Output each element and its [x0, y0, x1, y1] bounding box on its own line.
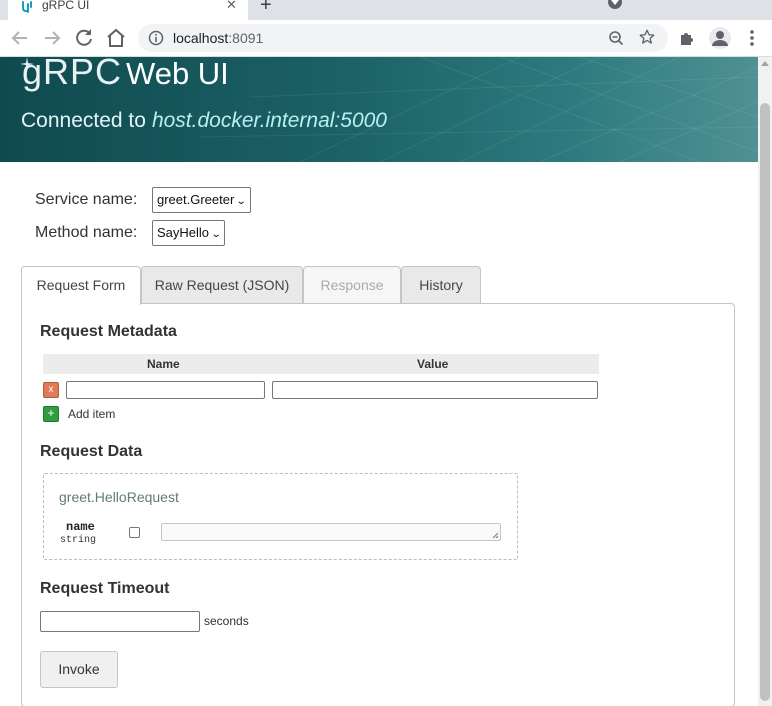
- app-title: Web UI: [126, 57, 229, 91]
- request-form-panel: Request Metadata Name Value x + Add item…: [21, 303, 735, 706]
- browser-toolbar: localhost:8091: [0, 20, 772, 57]
- connection-status: Connected to host.docker.internal:5000: [21, 109, 387, 133]
- request-data-title: Request Data: [40, 443, 143, 460]
- metadata-name-input[interactable]: [66, 381, 265, 399]
- message-type-label: greet.HelloRequest: [59, 489, 179, 505]
- remove-item-button[interactable]: x: [43, 382, 59, 398]
- field-name-label: name: [66, 520, 95, 534]
- scrollbar-thumb[interactable]: [760, 103, 770, 701]
- app-header: gRPC Web UI Connected to host.docker.inte…: [0, 57, 758, 162]
- tab-search-icon[interactable]: [608, 0, 622, 9]
- url-text: localhost:8091: [173, 30, 264, 46]
- close-tab-icon[interactable]: ✕: [226, 0, 237, 13]
- add-item-label[interactable]: Add item: [68, 407, 115, 421]
- home-icon[interactable]: [104, 26, 128, 50]
- extensions-puzzle-icon[interactable]: [678, 29, 696, 47]
- tab-raw-request[interactable]: Raw Request (JSON): [141, 266, 303, 304]
- method-select[interactable]: SayHello ⌄: [152, 220, 226, 246]
- bookmark-star-icon[interactable]: [638, 28, 656, 46]
- metadata-table-header: Name Value: [43, 354, 599, 374]
- connected-label: Connected to: [21, 109, 146, 132]
- grpc-favicon-icon: [22, 1, 32, 13]
- back-arrow-icon[interactable]: [8, 26, 32, 50]
- field-null-checkbox[interactable]: [129, 527, 140, 538]
- column-header-name: Name: [147, 357, 180, 371]
- method-label: Method name:: [35, 224, 138, 242]
- more-menu-icon[interactable]: [744, 29, 760, 47]
- zoom-out-icon[interactable]: [608, 30, 624, 46]
- page-scrollbar[interactable]: [758, 57, 772, 706]
- forward-arrow-icon[interactable]: [40, 26, 64, 50]
- profile-avatar-icon[interactable]: [709, 27, 731, 49]
- request-timeout-title: Request Timeout: [40, 580, 170, 597]
- new-tab-button[interactable]: +: [260, 0, 272, 17]
- page-viewport: gRPC Web UI Connected to host.docker.inte…: [0, 57, 758, 706]
- chevron-down-icon: ⌄: [236, 196, 247, 207]
- scroll-up-arrow-icon[interactable]: [761, 61, 769, 66]
- service-select[interactable]: greet.Greeter ⌄: [152, 187, 251, 213]
- tab-request-form[interactable]: Request Form: [21, 266, 141, 305]
- browser-tab-strip: gRPC UI ✕ +: [0, 0, 772, 20]
- resize-handle-icon[interactable]: [492, 532, 499, 539]
- request-metadata-title: Request Metadata: [40, 323, 177, 340]
- reload-icon[interactable]: [72, 26, 96, 50]
- chevron-down-icon: ⌄: [210, 229, 222, 240]
- site-info-icon[interactable]: [148, 30, 164, 46]
- tab-history[interactable]: History: [401, 266, 481, 304]
- grpc-logo: gRPC: [22, 57, 123, 92]
- service-row: Service name: greet.Greeter ⌄: [35, 187, 251, 213]
- timeout-input[interactable]: [40, 611, 200, 632]
- invoke-button[interactable]: Invoke: [40, 651, 118, 688]
- service-label: Service name:: [35, 191, 138, 209]
- message-fields-box: greet.HelloRequest name string: [43, 473, 518, 560]
- browser-tab[interactable]: gRPC UI ✕: [8, 0, 248, 20]
- address-bar[interactable]: localhost:8091: [138, 24, 668, 52]
- timeout-unit-label: seconds: [204, 614, 249, 628]
- add-item-button[interactable]: +: [43, 406, 59, 422]
- browser-tab-title: gRPC UI: [42, 0, 90, 12]
- method-row: Method name: SayHello ⌄: [35, 220, 226, 246]
- metadata-table: Name Value: [43, 354, 599, 374]
- connected-host: host.docker.internal:5000: [151, 109, 387, 132]
- name-field-textarea[interactable]: [161, 523, 501, 541]
- field-type-label: string: [60, 535, 97, 546]
- tab-response[interactable]: Response: [303, 266, 401, 304]
- metadata-value-input[interactable]: [272, 381, 598, 399]
- column-header-value: Value: [417, 357, 449, 371]
